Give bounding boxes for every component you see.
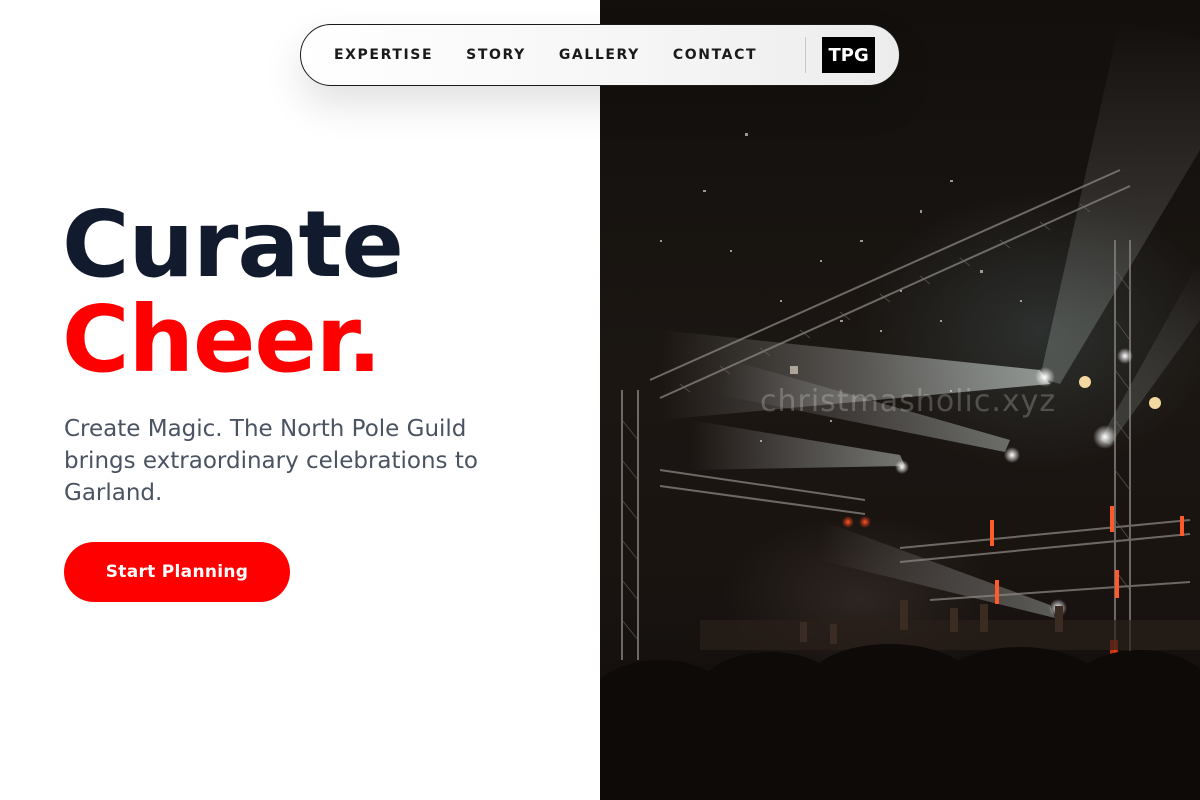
nav-link-expertise[interactable]: EXPERTISE bbox=[334, 47, 433, 63]
nav-divider bbox=[805, 37, 807, 73]
nav-link-gallery[interactable]: GALLERY bbox=[559, 47, 640, 63]
start-planning-button[interactable]: Start Planning bbox=[64, 542, 290, 602]
hero-image: christmasholic.xyz bbox=[600, 0, 1200, 800]
brand-logo[interactable]: TPG bbox=[822, 37, 876, 73]
landing-page: christmasholic.xyz EXPERTISE STORY GALLE… bbox=[0, 0, 1200, 800]
top-navigation: EXPERTISE STORY GALLERY CONTACT TPG bbox=[300, 24, 900, 86]
nav-link-contact[interactable]: CONTACT bbox=[673, 47, 757, 63]
hero-headline-line2: Cheer. bbox=[62, 286, 382, 393]
nav-link-story[interactable]: STORY bbox=[466, 47, 526, 63]
watermark-text: christmasholic.xyz bbox=[760, 384, 1057, 419]
hero-headline-line1: Curate bbox=[62, 191, 404, 298]
hero-subtitle: Create Magic. The North Pole Guild bring… bbox=[64, 416, 478, 506]
